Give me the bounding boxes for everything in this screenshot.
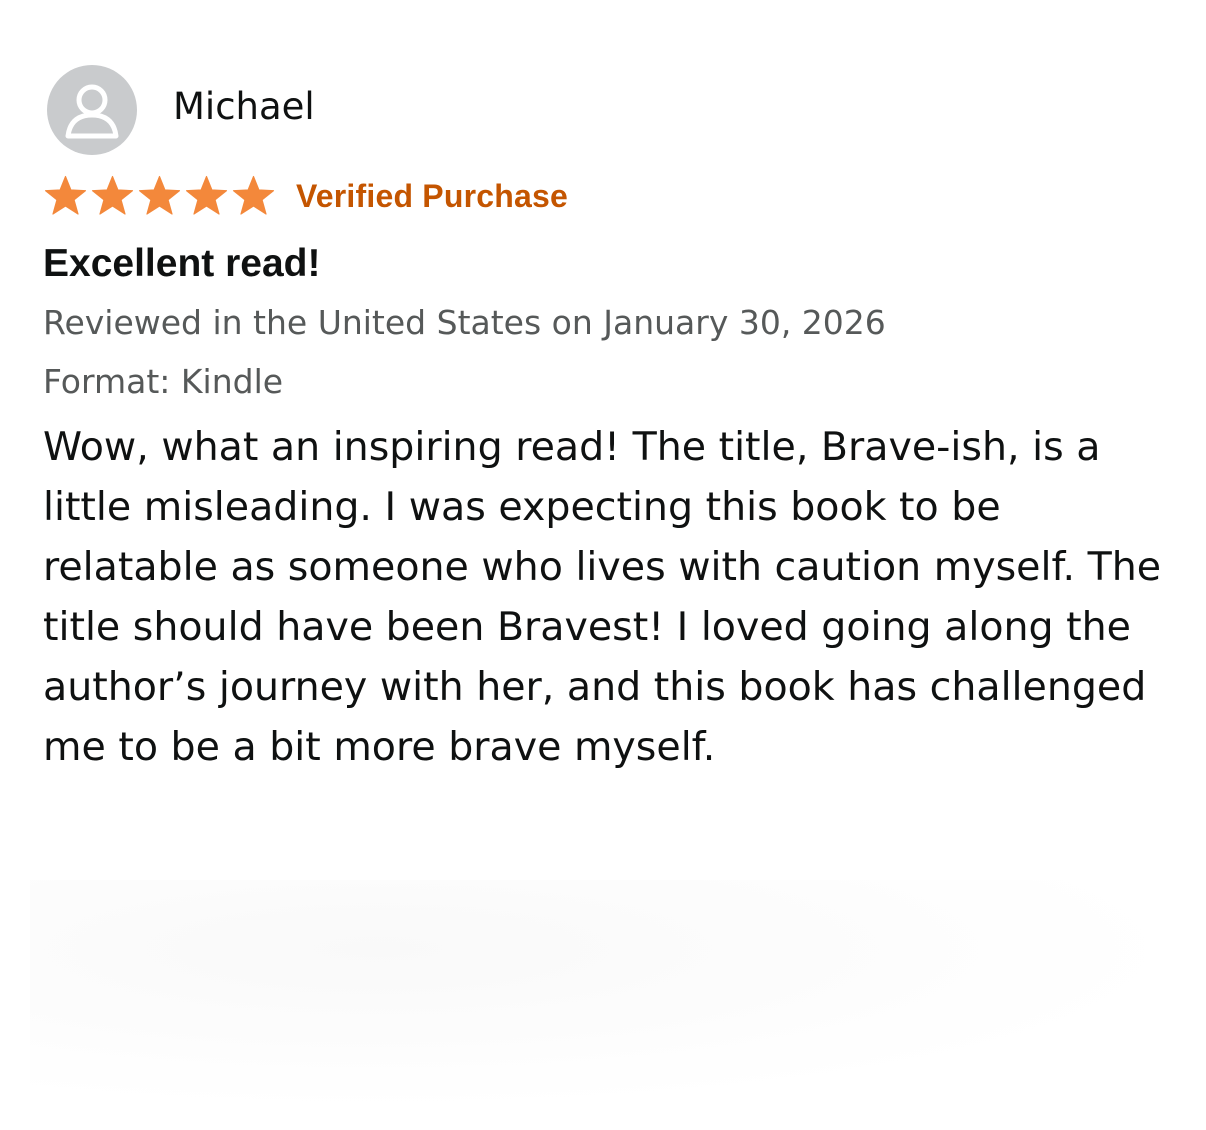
- blurred-region: [30, 880, 1190, 1110]
- reviewer-name[interactable]: Michael: [173, 85, 315, 129]
- star-icon: [232, 175, 275, 215]
- avatar[interactable]: [47, 65, 137, 155]
- rating-row: Verified Purchase: [43, 174, 1173, 218]
- star-rating[interactable]: [43, 175, 276, 218]
- reviewer-profile[interactable]: Michael: [43, 64, 1173, 156]
- star-icon: [185, 175, 228, 215]
- review-date: Reviewed in the United States on January…: [43, 303, 886, 342]
- default-user-icon: [65, 84, 119, 139]
- review-title[interactable]: Excellent read!: [43, 240, 1173, 288]
- review-body: Wow, what an inspiring read! The title, …: [43, 424, 1162, 770]
- verified-purchase-badge: Verified Purchase: [296, 177, 568, 214]
- star-icon: [138, 175, 181, 215]
- review-format: Format: Kindle: [43, 362, 284, 401]
- star-icon: [91, 175, 134, 215]
- star-icon: [44, 175, 87, 215]
- review-card: Michael Verified Purchase Excellent read…: [43, 64, 1173, 777]
